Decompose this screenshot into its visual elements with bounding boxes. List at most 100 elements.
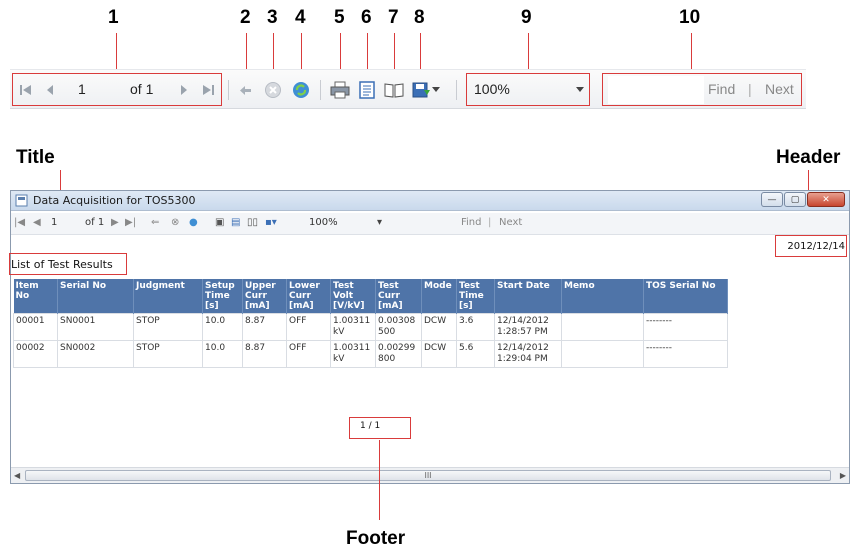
table-cell: DCW: [421, 313, 457, 341]
table-cell: SN0001: [57, 313, 134, 341]
next-page-icon[interactable]: ▶: [111, 217, 119, 228]
highlight-box-footer: [349, 417, 411, 439]
page-setup-icon[interactable]: ▤: [231, 217, 240, 228]
print-icon[interactable]: [330, 80, 350, 100]
callout-7: 7: [388, 7, 399, 28]
print-layout-icon[interactable]: ▯▯: [247, 217, 258, 228]
page-number-input[interactable]: 1: [51, 217, 57, 228]
highlight-box-1: [12, 73, 222, 106]
highlight-box-10: [602, 73, 802, 106]
export-icon[interactable]: ▪▾: [265, 217, 277, 228]
table-cell: --------: [643, 313, 728, 341]
prev-page-icon[interactable]: ◀: [33, 217, 41, 228]
find-button[interactable]: Find: [461, 217, 482, 228]
table-cell: 1.00311 kV: [330, 340, 376, 368]
window-title: Data Acquisition for TOS5300: [33, 194, 196, 207]
table-cell: 0.00299 800: [375, 340, 422, 368]
print-icon[interactable]: ▣: [215, 217, 224, 228]
callout-9: 9: [521, 7, 532, 28]
next-button[interactable]: Next: [499, 217, 522, 228]
highlight-box-title: [9, 253, 127, 275]
close-button[interactable]: ✕: [807, 192, 845, 207]
toolbar-separator: [228, 80, 229, 100]
callout-10: 10: [679, 7, 701, 28]
stop-icon[interactable]: ⊗: [171, 217, 179, 228]
report-toolbar: |◀ ◀ 1 of 1 ▶ ▶| ⇐ ⊗ ● ▣ ▤ ▯▯ ▪▾ 100% ▾ …: [11, 213, 849, 235]
find-separator: |: [488, 217, 492, 228]
callout-5: 5: [334, 7, 345, 28]
scroll-right-icon[interactable]: ▶: [840, 471, 846, 480]
table-cell: 00002: [13, 340, 58, 368]
callout-1: 1: [108, 7, 119, 28]
table-cell: 3.6: [456, 313, 495, 341]
callout-3: 3: [267, 7, 278, 28]
refresh-icon[interactable]: ●: [189, 217, 198, 228]
column-header: Upper Curr [mA]: [242, 279, 287, 314]
table-header-row: Item No Serial No Judgment Setup Time [s…: [13, 279, 728, 314]
column-header: Mode: [421, 279, 457, 314]
scroll-left-icon[interactable]: ◀: [14, 471, 20, 480]
page-count-label: of 1: [85, 217, 105, 228]
footer-callout-label: Footer: [346, 528, 406, 549]
zoom-select[interactable]: 100%: [309, 217, 338, 228]
column-header: Start Date: [494, 279, 562, 314]
callout-6: 6: [361, 7, 372, 28]
table-cell: SN0002: [57, 340, 134, 368]
column-header: Memo: [561, 279, 644, 314]
app-window: Data Acquisition for TOS5300 — ▢ ✕ |◀ ◀ …: [9, 190, 850, 484]
table-row: 00002 SN0002 STOP 10.0 8.87 OFF 1.00311 …: [13, 340, 728, 368]
footer-callout-line: [379, 440, 380, 520]
first-page-icon[interactable]: |◀: [14, 217, 25, 228]
table-cell: 12/14/2012 1:28:57 PM: [494, 313, 562, 341]
stop-icon[interactable]: [263, 80, 283, 100]
title-callout-label: Title: [16, 147, 55, 168]
table-cell: DCW: [421, 340, 457, 368]
horizontal-scrollbar[interactable]: ◀ III ▶: [11, 467, 849, 483]
dropdown-caret-icon[interactable]: [430, 80, 442, 100]
table-cell: 12/14/2012 1:29:04 PM: [494, 340, 562, 368]
table-cell: 5.6: [456, 340, 495, 368]
callout-8: 8: [414, 7, 425, 28]
app-icon: [15, 194, 28, 207]
window-titlebar: Data Acquisition for TOS5300 — ▢ ✕: [11, 191, 849, 211]
back-icon[interactable]: [236, 80, 256, 100]
minimize-button[interactable]: —: [761, 192, 783, 207]
export-icon[interactable]: [412, 80, 432, 100]
column-header: Test Curr [mA]: [375, 279, 422, 314]
table-cell: 10.0: [202, 313, 243, 341]
table-row: 00001 SN0001 STOP 10.0 8.87 OFF 1.00311 …: [13, 313, 728, 341]
column-header: Item No: [13, 279, 58, 314]
column-header: Serial No: [57, 279, 134, 314]
column-header: Lower Curr [mA]: [286, 279, 331, 314]
highlight-box-9: [466, 73, 590, 106]
callout-4: 4: [295, 7, 306, 28]
table-cell: 8.87: [242, 340, 287, 368]
table-cell: 1.00311 kV: [330, 313, 376, 341]
back-icon[interactable]: ⇐: [151, 217, 159, 228]
table-cell: 00001: [13, 313, 58, 341]
scroll-thumb[interactable]: III: [25, 470, 831, 481]
results-table: Item No Serial No Judgment Setup Time [s…: [13, 279, 728, 368]
print-layout-icon[interactable]: [384, 80, 404, 100]
column-header: Test Volt [V/kV]: [330, 279, 376, 314]
column-header: Judgment: [133, 279, 203, 314]
column-header: TOS Serial No: [643, 279, 728, 314]
refresh-icon[interactable]: [291, 80, 311, 100]
last-page-icon[interactable]: ▶|: [125, 217, 136, 228]
table-cell: STOP: [133, 313, 203, 341]
table-cell: OFF: [286, 340, 331, 368]
highlight-box-header: [775, 235, 847, 257]
column-header: Setup Time [s]: [202, 279, 243, 314]
column-header: Test Time [s]: [456, 279, 495, 314]
table-cell: [561, 313, 644, 341]
table-cell: STOP: [133, 340, 203, 368]
scroll-grip: III: [424, 471, 432, 480]
page-setup-icon[interactable]: [357, 80, 377, 100]
table-cell: 10.0: [202, 340, 243, 368]
callout-2: 2: [240, 7, 251, 28]
table-cell: 8.87: [242, 313, 287, 341]
table-cell: 0.00308 500: [375, 313, 422, 341]
zoom-chevron-down-icon[interactable]: ▾: [377, 217, 382, 228]
table-cell: [561, 340, 644, 368]
maximize-button[interactable]: ▢: [784, 192, 806, 207]
